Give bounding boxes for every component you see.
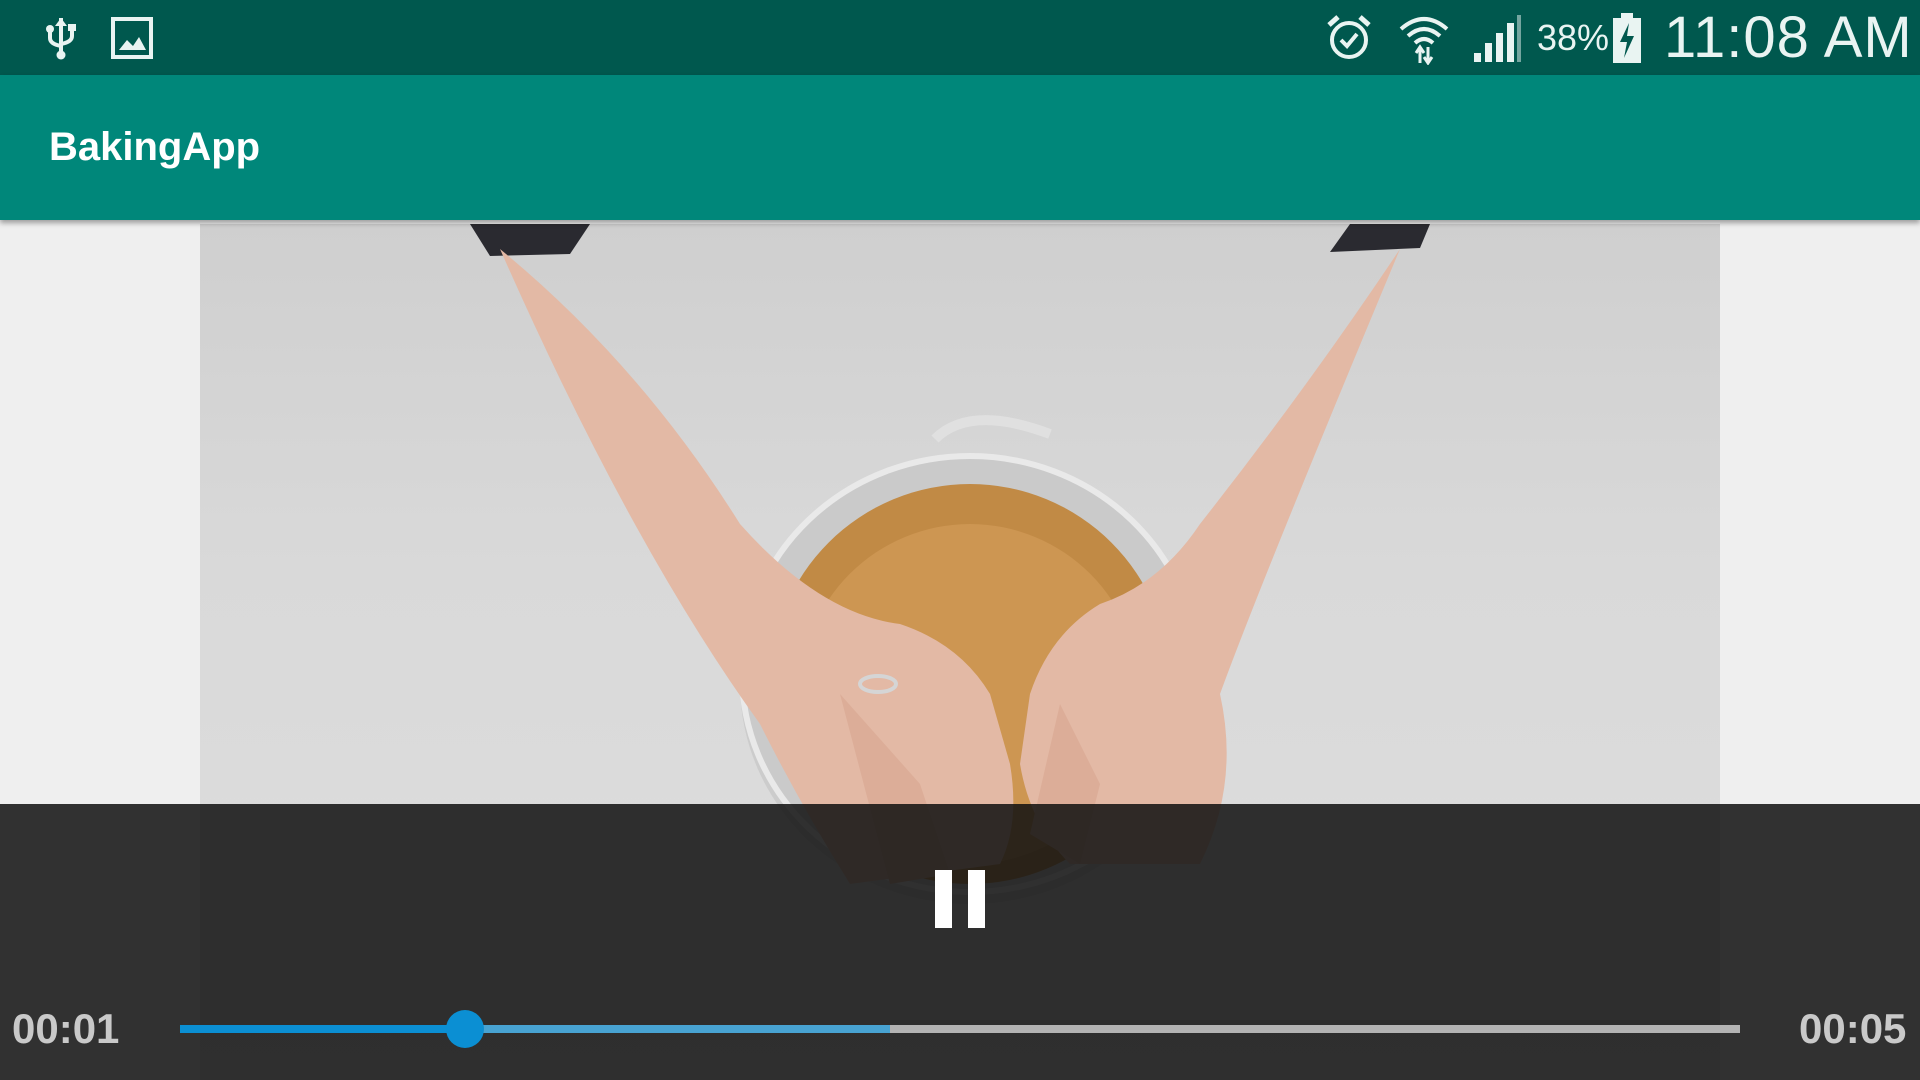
clock: 11:08 AM [1664,5,1913,70]
seek-played [180,1025,466,1033]
battery-charging-icon [1612,10,1642,66]
current-time: 00:01 [12,1005,120,1052]
app-bar: BakingApp [0,75,1920,220]
pause-icon-bar [968,870,985,928]
seek-scrubber[interactable] [446,1010,485,1048]
player-controls: 00:01 00:05 [0,804,1920,1080]
pause-icon [935,870,952,928]
gallery-icon [110,10,154,66]
usb-icon [44,10,78,66]
wifi-icon [1398,10,1450,66]
app-title: BakingApp [49,125,261,169]
status-bar: 38% 11:08 AM [0,0,1920,75]
alarm-icon [1325,10,1373,66]
seek-bar[interactable] [180,1010,1740,1048]
duration: 00:05 [1799,1005,1907,1052]
pause-button[interactable] [935,870,985,928]
battery-percent: 38% [1537,16,1610,58]
signal-icon [1472,10,1522,66]
